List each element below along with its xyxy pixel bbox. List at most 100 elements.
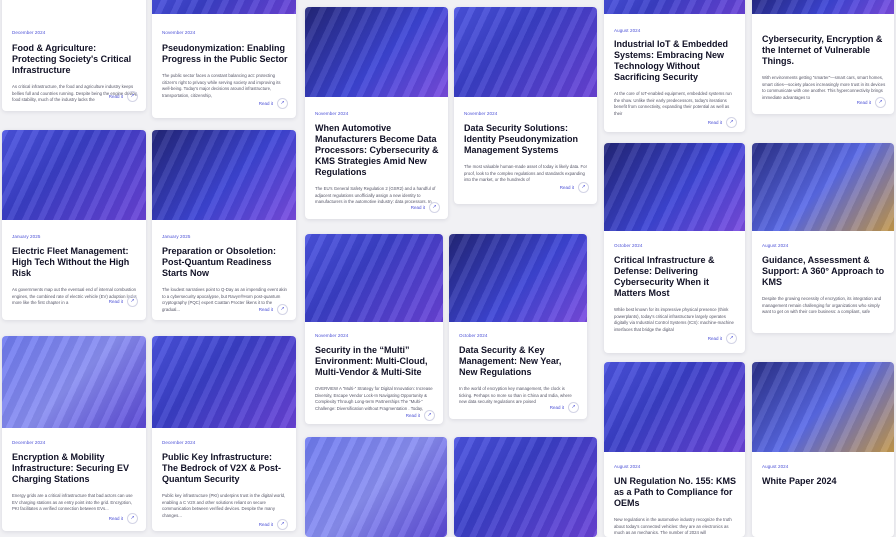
article-image bbox=[2, 130, 146, 220]
read-more-label: Read it bbox=[707, 336, 722, 341]
article-card[interactable] bbox=[454, 437, 597, 537]
read-more-label: Read it bbox=[559, 185, 574, 190]
article-image bbox=[454, 437, 597, 537]
read-more-link[interactable]: Read it ↗ bbox=[259, 304, 288, 315]
article-image bbox=[752, 0, 894, 14]
article-image bbox=[305, 234, 443, 322]
article-title[interactable]: Electric Fleet Management: High Tech Wit… bbox=[12, 246, 138, 279]
article-excerpt: OVERVIEW A “Multi-” Strategy for Digital… bbox=[315, 386, 433, 411]
article-excerpt: At the core of IoT-enabled equipment, em… bbox=[614, 91, 732, 116]
arrow-icon: ↗ bbox=[424, 410, 435, 421]
article-excerpt: The public sector faces a constant balan… bbox=[162, 73, 281, 98]
read-more-label: Read it bbox=[707, 120, 722, 125]
article-card[interactable]: December 2024 Public Key Infrastructure:… bbox=[152, 336, 296, 531]
article-image bbox=[449, 234, 587, 322]
article-title[interactable]: Cybersecurity, Encryption & the Internet… bbox=[762, 34, 886, 67]
article-image bbox=[604, 143, 745, 231]
article-card[interactable]: November 2024 Pseudonymization: Enabling… bbox=[152, 0, 296, 118]
article-date: August 2024 bbox=[762, 464, 789, 469]
article-card[interactable]: November 2024 When Automotive Manufactur… bbox=[305, 7, 448, 219]
read-more-link[interactable]: Read it ↗ bbox=[708, 117, 737, 128]
article-date: November 2024 bbox=[315, 111, 349, 116]
read-more-label: Read it bbox=[108, 516, 123, 521]
article-date: November 2024 bbox=[464, 111, 498, 116]
article-title[interactable]: Encryption & Mobility Infrastructure: Se… bbox=[12, 452, 138, 485]
article-date: December 2024 bbox=[12, 440, 46, 445]
read-more-label: Read it bbox=[108, 299, 123, 304]
article-excerpt: While best known for its impressive phys… bbox=[614, 307, 734, 332]
read-more-link[interactable]: Read it ↗ bbox=[109, 513, 138, 524]
article-title[interactable]: When Automotive Manufacturers Become Dat… bbox=[315, 123, 440, 178]
article-date: December 2024 bbox=[162, 440, 196, 445]
arrow-icon: ↗ bbox=[578, 182, 589, 193]
read-more-link[interactable]: Read it ↗ bbox=[550, 402, 579, 413]
article-image bbox=[752, 362, 894, 452]
arrow-icon: ↗ bbox=[127, 513, 138, 524]
read-more-label: Read it bbox=[856, 100, 871, 105]
article-image bbox=[2, 336, 146, 428]
article-card[interactable]: January 2025 Preparation or Obsoletion: … bbox=[152, 130, 296, 320]
article-date: October 2024 bbox=[614, 243, 643, 248]
read-more-link[interactable]: Read it ↗ bbox=[560, 182, 589, 193]
read-more-link[interactable]: Read it ↗ bbox=[259, 519, 288, 530]
article-card[interactable]: December 2024 Food & Agriculture: Protec… bbox=[2, 0, 146, 111]
article-date: October 2024 bbox=[459, 333, 488, 338]
article-date: August 2024 bbox=[762, 243, 789, 248]
read-more-label: Read it bbox=[258, 522, 273, 527]
read-more-link[interactable]: Read it ↗ bbox=[109, 91, 138, 102]
read-more-link[interactable]: Read it ↗ bbox=[406, 410, 435, 421]
article-title[interactable]: Industrial IoT & Embedded Systems: Embra… bbox=[614, 39, 737, 83]
article-card[interactable]: August 2024 Guidance, Assessment & Suppo… bbox=[752, 143, 894, 333]
read-more-label: Read it bbox=[549, 405, 564, 410]
article-title[interactable]: Food & Agriculture: Protecting Society's… bbox=[12, 43, 138, 76]
article-title[interactable]: Guidance, Assessment & Support: A 360° A… bbox=[762, 255, 886, 288]
article-title[interactable]: Public Key Infrastructure: The Bedrock o… bbox=[162, 452, 288, 485]
arrow-icon: ↗ bbox=[568, 402, 579, 413]
article-card[interactable]: October 2024 Data Security & Key Managem… bbox=[449, 234, 587, 419]
arrow-icon: ↗ bbox=[875, 97, 886, 108]
read-more-label: Read it bbox=[410, 205, 425, 210]
article-title[interactable]: Critical Infrastructure & Defense: Deliv… bbox=[614, 255, 737, 299]
article-image bbox=[305, 7, 448, 97]
article-date: August 2024 bbox=[614, 28, 641, 33]
article-card[interactable]: November 2024 Security in the “Multi” En… bbox=[305, 234, 443, 424]
read-more-label: Read it bbox=[258, 101, 273, 106]
article-title[interactable]: Pseudonymization: Enabling Progress in t… bbox=[162, 43, 288, 65]
article-title[interactable]: UN Regulation No. 155: KMS as a Path to … bbox=[614, 476, 737, 509]
article-card[interactable]: Cybersecurity, Encryption & the Internet… bbox=[752, 0, 894, 114]
arrow-icon: ↗ bbox=[726, 117, 737, 128]
arrow-icon: ↗ bbox=[127, 296, 138, 307]
article-date: November 2024 bbox=[162, 30, 196, 35]
article-image bbox=[305, 437, 447, 537]
article-card[interactable]: November 2024 Data Security Solutions: I… bbox=[454, 7, 597, 204]
article-card[interactable]: October 2024 Critical Infrastructure & D… bbox=[604, 143, 745, 353]
article-title[interactable]: Security in the “Multi” Environment: Mul… bbox=[315, 345, 435, 378]
article-date: November 2024 bbox=[315, 333, 349, 338]
article-title[interactable]: Preparation or Obsoletion: Post-Quantum … bbox=[162, 246, 288, 279]
read-more-link[interactable]: Read it ↗ bbox=[411, 202, 440, 213]
article-excerpt: Public key infrastructure (PKI) underpin… bbox=[162, 493, 286, 518]
arrow-icon: ↗ bbox=[429, 202, 440, 213]
article-card[interactable] bbox=[305, 437, 447, 537]
article-image bbox=[604, 0, 745, 14]
article-card[interactable]: August 2024 White Paper 2024 bbox=[752, 362, 894, 537]
article-image bbox=[152, 336, 296, 428]
read-more-label: Read it bbox=[405, 413, 420, 418]
article-card[interactable]: December 2024 Encryption & Mobility Infr… bbox=[2, 336, 146, 531]
article-date: December 2024 bbox=[12, 30, 46, 35]
article-card[interactable]: August 2024 Industrial IoT & Embedded Sy… bbox=[604, 0, 745, 132]
arrow-icon: ↗ bbox=[277, 519, 288, 530]
read-more-link[interactable]: Read it ↗ bbox=[708, 333, 737, 344]
read-more-label: Read it bbox=[108, 94, 123, 99]
article-date: January 2025 bbox=[162, 234, 191, 239]
read-more-link[interactable]: Read it ↗ bbox=[857, 97, 886, 108]
article-title[interactable]: Data Security & Key Management: New Year… bbox=[459, 345, 579, 378]
article-title[interactable]: Data Security Solutions: Identity Pseudo… bbox=[464, 123, 589, 156]
article-card[interactable]: August 2024 UN Regulation No. 155: KMS a… bbox=[604, 362, 745, 537]
arrow-icon: ↗ bbox=[277, 98, 288, 109]
read-more-link[interactable]: Read it ↗ bbox=[259, 98, 288, 109]
arrow-icon: ↗ bbox=[726, 333, 737, 344]
article-title[interactable]: White Paper 2024 bbox=[762, 476, 886, 487]
read-more-link[interactable]: Read it ↗ bbox=[109, 296, 138, 307]
article-card[interactable]: January 2025 Electric Fleet Management: … bbox=[2, 130, 146, 320]
